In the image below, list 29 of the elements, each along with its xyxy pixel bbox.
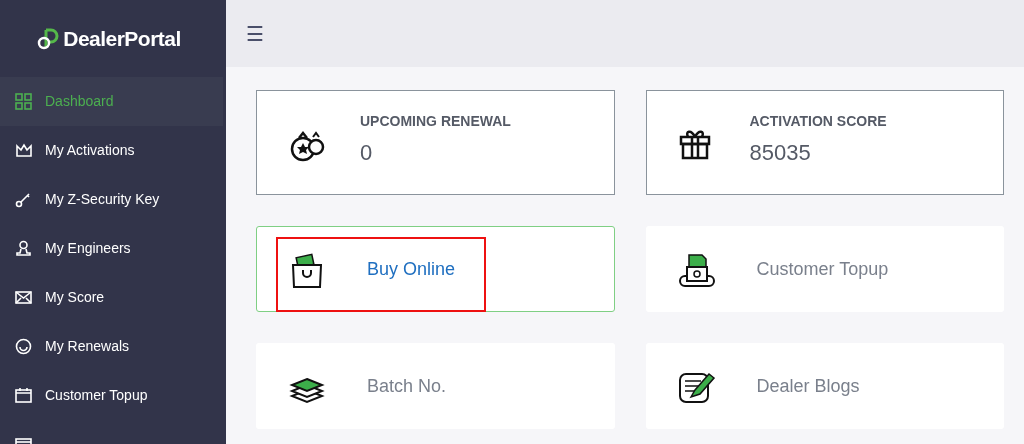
smiley-icon [15, 338, 32, 355]
stat-title: ACTIVATION SCORE [749, 111, 887, 131]
stat-value: 85035 [749, 138, 812, 167]
card-label: Batch No. [367, 374, 447, 398]
link-card[interactable]: Customer Topup [645, 226, 1004, 312]
logo-text: DealerPortal [63, 25, 181, 52]
stat-value: 0 [360, 138, 374, 167]
key-icon [15, 191, 32, 208]
grid-icon [15, 93, 32, 110]
sidebar-item[interactable]: Dashboard [0, 77, 223, 126]
card-label: Dealer Blogs [756, 374, 860, 398]
menu-button[interactable]: ☰ [246, 23, 264, 44]
sidebar-item[interactable]: My Z-Security Key [0, 175, 226, 224]
user-icon [15, 240, 32, 257]
logo-icon [37, 26, 60, 51]
stat-title: UPCOMING RENEWAL [360, 111, 511, 131]
sidebar-item[interactable]: My Renewals [0, 322, 226, 371]
link-card[interactable]: Dealer Blogs [645, 343, 1004, 429]
sidebar-item[interactable]: My Score [0, 273, 226, 322]
sidebar-item[interactable]: My Engineers [0, 224, 226, 273]
calendar-icon [15, 387, 32, 404]
link-card[interactable]: Batch No. [256, 343, 615, 429]
card-label: Buy Online [367, 257, 456, 281]
card-label: Customer Topup [756, 257, 889, 281]
envelope-icon [15, 289, 32, 306]
crown-icon [15, 142, 32, 159]
link-card[interactable]: Buy Online [256, 226, 615, 312]
sidebar-item[interactable]: Customer Topup [0, 371, 226, 420]
sidebar-item[interactable]: My Activations [0, 126, 226, 175]
